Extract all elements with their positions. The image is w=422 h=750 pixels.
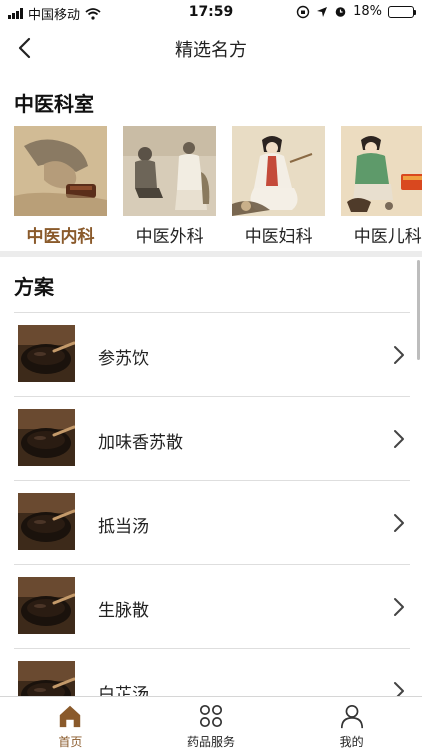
department-item-pediatrics[interactable]: 中医儿科	[341, 126, 422, 247]
battery-icon	[388, 5, 416, 18]
department-item-surgery[interactable]: 中医外科	[123, 126, 217, 247]
tab-label: 我的	[339, 735, 364, 749]
section-divider	[0, 251, 422, 257]
orientation-lock-icon	[296, 5, 310, 18]
department-label: 中医外科	[135, 227, 204, 247]
battery-percent: 18%	[353, 4, 382, 19]
tab-label: 药品服务	[187, 735, 236, 749]
home-icon	[60, 705, 81, 728]
alarm-icon	[335, 7, 346, 17]
department-label: 中医儿科	[353, 227, 422, 247]
nav-bar: 精选名方	[0, 26, 422, 70]
classical-lady-painting-image	[232, 126, 326, 216]
tab-profile[interactable]: 我的	[281, 697, 422, 750]
plan-row[interactable]: 生脉散	[14, 564, 410, 648]
chevron-right-icon	[394, 346, 404, 364]
chevron-right-icon	[394, 514, 404, 532]
historical-photo-image	[123, 126, 217, 216]
plan-name: 抵当汤	[98, 517, 149, 537]
department-label: 中医妇科	[244, 227, 313, 247]
page-title: 精选名方	[175, 40, 247, 61]
herbal-medicine-bowl-image	[18, 493, 75, 550]
plan-row[interactable]: 参苏饮	[14, 312, 410, 396]
plan-row[interactable]: 抵当汤	[14, 480, 410, 564]
child-painting-image	[341, 126, 422, 216]
department-label: 中医内科	[26, 227, 95, 247]
herbal-medicine-bowl-image	[18, 577, 75, 634]
status-bar: 中国移动 17:59 18%	[0, 0, 422, 24]
chevron-right-icon	[394, 430, 404, 448]
plan-row[interactable]: 白芷汤	[14, 648, 410, 696]
status-right: 18%	[296, 4, 416, 19]
plan-name: 加味香苏散	[98, 433, 183, 453]
departments-title: 中医科室	[14, 92, 94, 116]
herbal-medicine-bowl-image	[18, 409, 75, 466]
plan-row[interactable]: 加味香苏散	[14, 396, 410, 480]
person-icon	[340, 704, 363, 729]
chevron-right-icon	[394, 682, 404, 696]
plan-name: 参苏饮	[98, 349, 149, 369]
plans-title: 方案	[14, 275, 54, 299]
department-item-gynecology[interactable]: 中医妇科	[232, 126, 326, 247]
scroll-indicator[interactable]	[417, 260, 420, 360]
plan-list: 参苏饮 加味香苏散 抵当汤 生脉散 白芷汤	[14, 312, 410, 696]
department-item-internal[interactable]: 中医内科	[14, 126, 107, 247]
grid-icon	[199, 704, 223, 728]
pulse-diagnosis-painting-image	[14, 126, 107, 216]
tab-label: 首页	[58, 735, 83, 749]
location-icon	[317, 6, 328, 17]
tab-home[interactable]: 首页	[0, 697, 141, 750]
tab-bar: 首页 药品服务 我的	[0, 696, 422, 750]
plan-name: 生脉散	[98, 601, 149, 621]
herbal-medicine-bowl-image	[18, 325, 75, 382]
herbal-medicine-bowl-image	[18, 661, 75, 696]
department-list: 中医内科 中医外科 中医妇科 中医儿科	[14, 126, 422, 248]
plan-name: 白芷汤	[98, 685, 149, 696]
chevron-right-icon	[394, 598, 404, 616]
tab-medicine-services[interactable]: 药品服务	[141, 697, 282, 750]
